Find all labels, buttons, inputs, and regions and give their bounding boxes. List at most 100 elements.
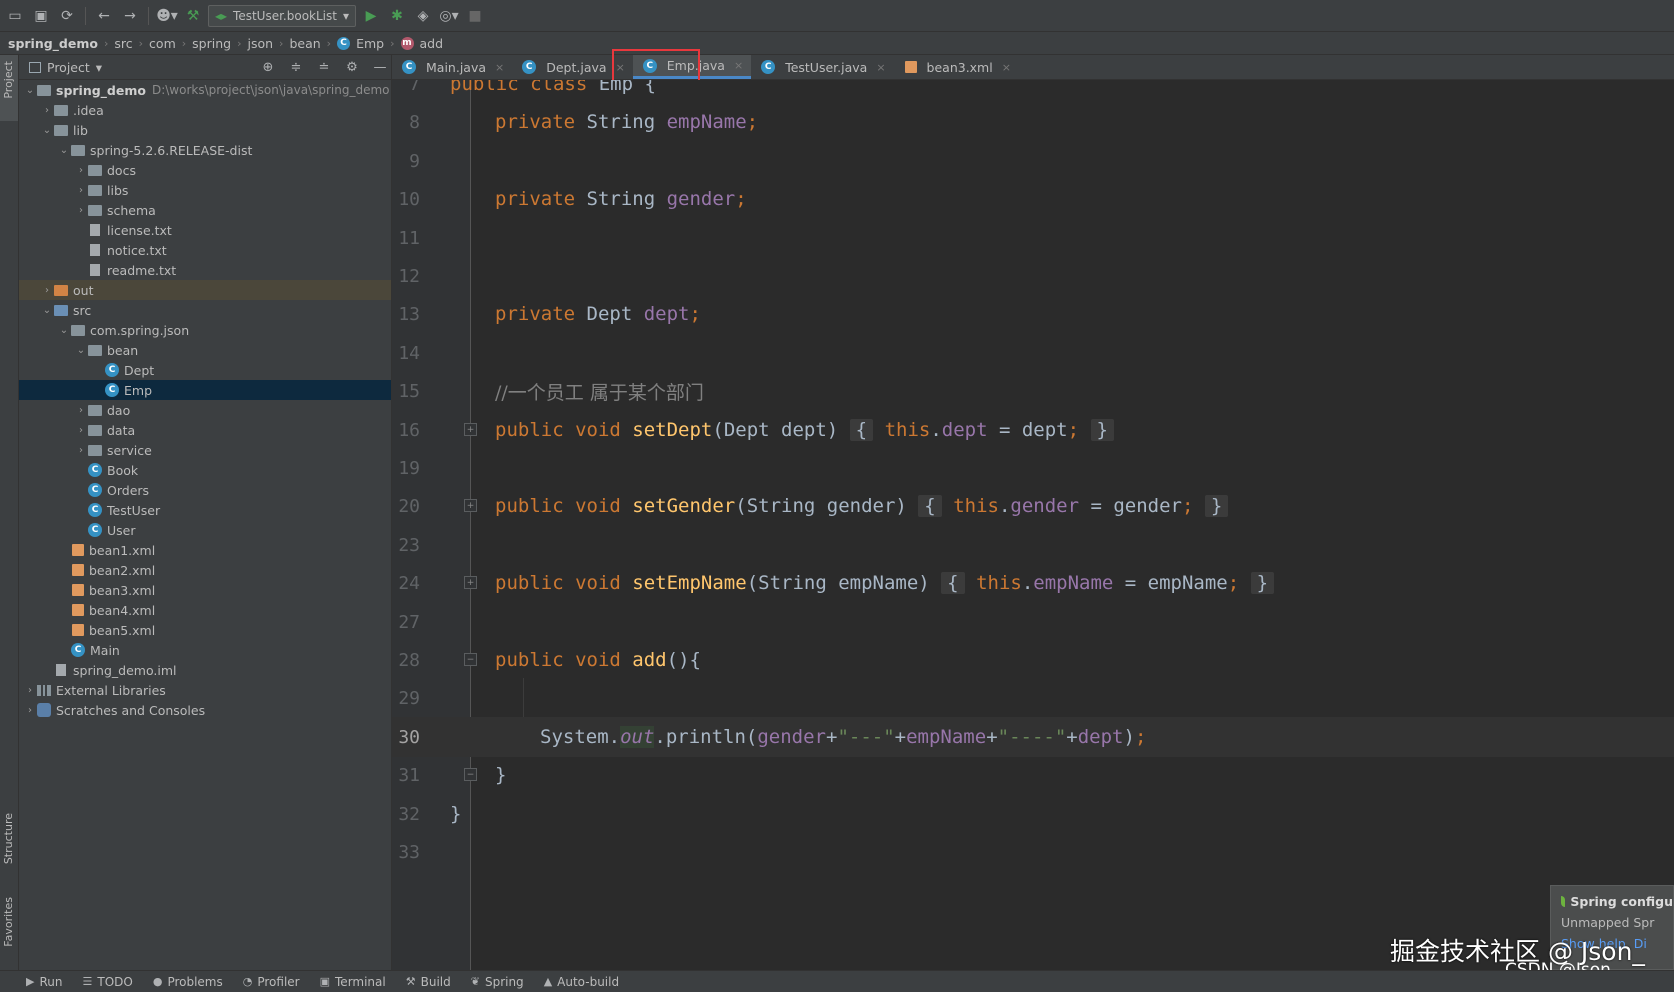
chevron-right-icon[interactable]: › [40,105,54,116]
breadcrumb-item[interactable]: src [114,36,132,51]
tree-item-lib[interactable]: ⌄ lib [19,120,391,140]
favorites-tool-label[interactable]: Favorites [2,897,15,947]
todo-tool-button[interactable]: ☰ TODO [82,975,132,989]
profiler-tool-button[interactable]: ◔ Profiler [243,975,300,989]
fold-expand-icon[interactable]: + [464,499,477,512]
coverage-icon[interactable]: ◈ [412,5,434,27]
collapse-all-icon[interactable]: ≐ [313,60,335,75]
tree-item-com-spring-json[interactable]: ⌄ com.spring.json [19,320,391,340]
profile-dropdown-icon[interactable]: ◎▾ [438,5,460,27]
tree-item-emp[interactable]: C Emp [19,380,391,400]
tree-item-bean1-xml[interactable]: bean1.xml [19,540,391,560]
tab-main-java[interactable]: C Main.java × [392,55,512,79]
chevron-down-icon[interactable]: ⌄ [23,85,37,96]
auto-build-tool-button[interactable]: ▲ Auto-build [544,975,619,989]
project-tool-label[interactable]: Project [2,61,15,99]
back-arrow-icon[interactable]: ← [93,5,115,27]
chevron-down-icon[interactable]: ⌄ [74,345,88,356]
tree-item-libs[interactable]: › libs [19,180,391,200]
tree-item-schema[interactable]: › schema [19,200,391,220]
terminal-tool-button[interactable]: ▣ Terminal [320,975,386,989]
breadcrumb-item[interactable]: json [247,36,273,51]
breadcrumb-item[interactable]: com [149,36,176,51]
tree-item-license-txt[interactable]: license.txt [19,220,391,240]
breadcrumb-item[interactable]: spring [192,36,231,51]
close-icon[interactable]: × [495,61,504,74]
chevron-down-icon[interactable]: ⌄ [40,305,54,316]
tree-item-dept[interactable]: C Dept [19,360,391,380]
build-tool-button[interactable]: ⚒ Build [406,975,451,989]
tree-item-book[interactable]: C Book [19,460,391,480]
run-config-selector[interactable]: ◂▸ TestUser.bookList ▾ [208,4,356,27]
tab-testuser-java[interactable]: C TestUser.java × [751,55,893,79]
tab-dept-java[interactable]: C Dept.java × [512,55,633,79]
chevron-right-icon[interactable]: › [23,705,37,716]
tree-item-scratches-and-consoles[interactable]: › Scratches and Consoles [19,700,391,720]
forward-arrow-icon[interactable]: → [119,5,141,27]
breadcrumb-item[interactable]: add [420,36,444,51]
chevron-right-icon[interactable]: › [74,165,88,176]
close-icon[interactable]: × [876,61,885,74]
chevron-down-icon[interactable]: ⌄ [57,325,71,336]
tree-item-main[interactable]: C Main [19,640,391,660]
problems-tool-button[interactable]: ● Problems [153,975,223,989]
fold-end-icon[interactable]: − [464,768,477,781]
tree-item-docs[interactable]: › docs [19,160,391,180]
chevron-right-icon[interactable]: › [74,425,88,436]
chevron-right-icon[interactable]: › [74,405,88,416]
expand-all-icon[interactable]: ≑ [285,60,307,75]
tree-item-spring-5-2-6-release-dist[interactable]: ⌄ spring-5.2.6.RELEASE-dist [19,140,391,160]
close-icon[interactable]: × [616,61,625,74]
locate-target-icon[interactable]: ⊕ [257,60,279,75]
tree-item-external-libraries[interactable]: › External Libraries [19,680,391,700]
close-icon[interactable]: × [734,59,743,72]
chevron-right-icon[interactable]: › [74,445,88,456]
save-icon[interactable]: ▣ [30,5,52,27]
tree-item-dao[interactable]: › dao [19,400,391,420]
sync-icon[interactable]: ⟳ [56,5,78,27]
project-view-selector[interactable]: Project [47,60,90,75]
chevron-right-icon[interactable]: › [74,185,88,196]
structure-tool-label[interactable]: Structure [2,813,15,864]
stop-icon[interactable]: ■ [464,5,486,27]
tree-item-readme-txt[interactable]: readme.txt [19,260,391,280]
tree-item-service[interactable]: › service [19,440,391,460]
tree-item-notice-txt[interactable]: notice.txt [19,240,391,260]
fold-expand-icon[interactable]: + [464,576,477,589]
tree-item-bean[interactable]: ⌄ bean [19,340,391,360]
fold-expand-icon[interactable]: + [464,423,477,436]
close-icon[interactable]: × [1002,61,1011,74]
breadcrumb-item[interactable]: spring_demo [8,36,98,51]
debug-bug-icon[interactable]: ✱ [386,5,408,27]
chevron-down-icon[interactable]: ⌄ [57,145,71,156]
tree-item-user[interactable]: C User [19,520,391,540]
breadcrumb-item[interactable]: Emp [356,36,384,51]
tree-item-src[interactable]: ⌄ src [19,300,391,320]
tree-item-bean4-xml[interactable]: bean4.xml [19,600,391,620]
tab-bean3-xml[interactable]: bean3.xml × [894,55,1019,79]
chevron-right-icon[interactable]: › [74,205,88,216]
tree-item-spring-demo[interactable]: ⌄ spring_demo D:\works\project\json\java\s… [19,80,391,100]
chevron-right-icon[interactable]: › [23,685,37,696]
tree-item-testuser[interactable]: C TestUser [19,500,391,520]
tree-item-bean3-xml[interactable]: bean3.xml [19,580,391,600]
spring-tool-button[interactable]: ❦ Spring [471,975,524,989]
tree-item-out[interactable]: › out [19,280,391,300]
chevron-down-icon[interactable]: ⌄ [40,125,54,136]
chevron-down-icon[interactable]: ▾ [96,60,102,75]
run-tool-button[interactable]: ▶ Run [26,975,62,989]
run-icon[interactable]: ▶ [360,5,382,27]
tree-item-orders[interactable]: C Orders [19,480,391,500]
tree-item-bean2-xml[interactable]: bean2.xml [19,560,391,580]
breadcrumb-item[interactable]: bean [289,36,320,51]
tree-item-bean5-xml[interactable]: bean5.xml [19,620,391,640]
code-editor[interactable]: 7 public class Emp { 8 private String em… [392,80,1674,970]
hide-panel-icon[interactable]: — [369,60,391,75]
open-folder-icon[interactable]: ▭ [4,5,26,27]
tab-emp-java[interactable]: C Emp.java × [632,55,752,79]
fold-collapse-icon[interactable]: − [464,653,477,666]
chevron-right-icon[interactable]: › [40,285,54,296]
tree-item-data[interactable]: › data [19,420,391,440]
tree-item--idea[interactable]: › .idea [19,100,391,120]
tree-item-spring-demo-iml[interactable]: spring_demo.iml [19,660,391,680]
